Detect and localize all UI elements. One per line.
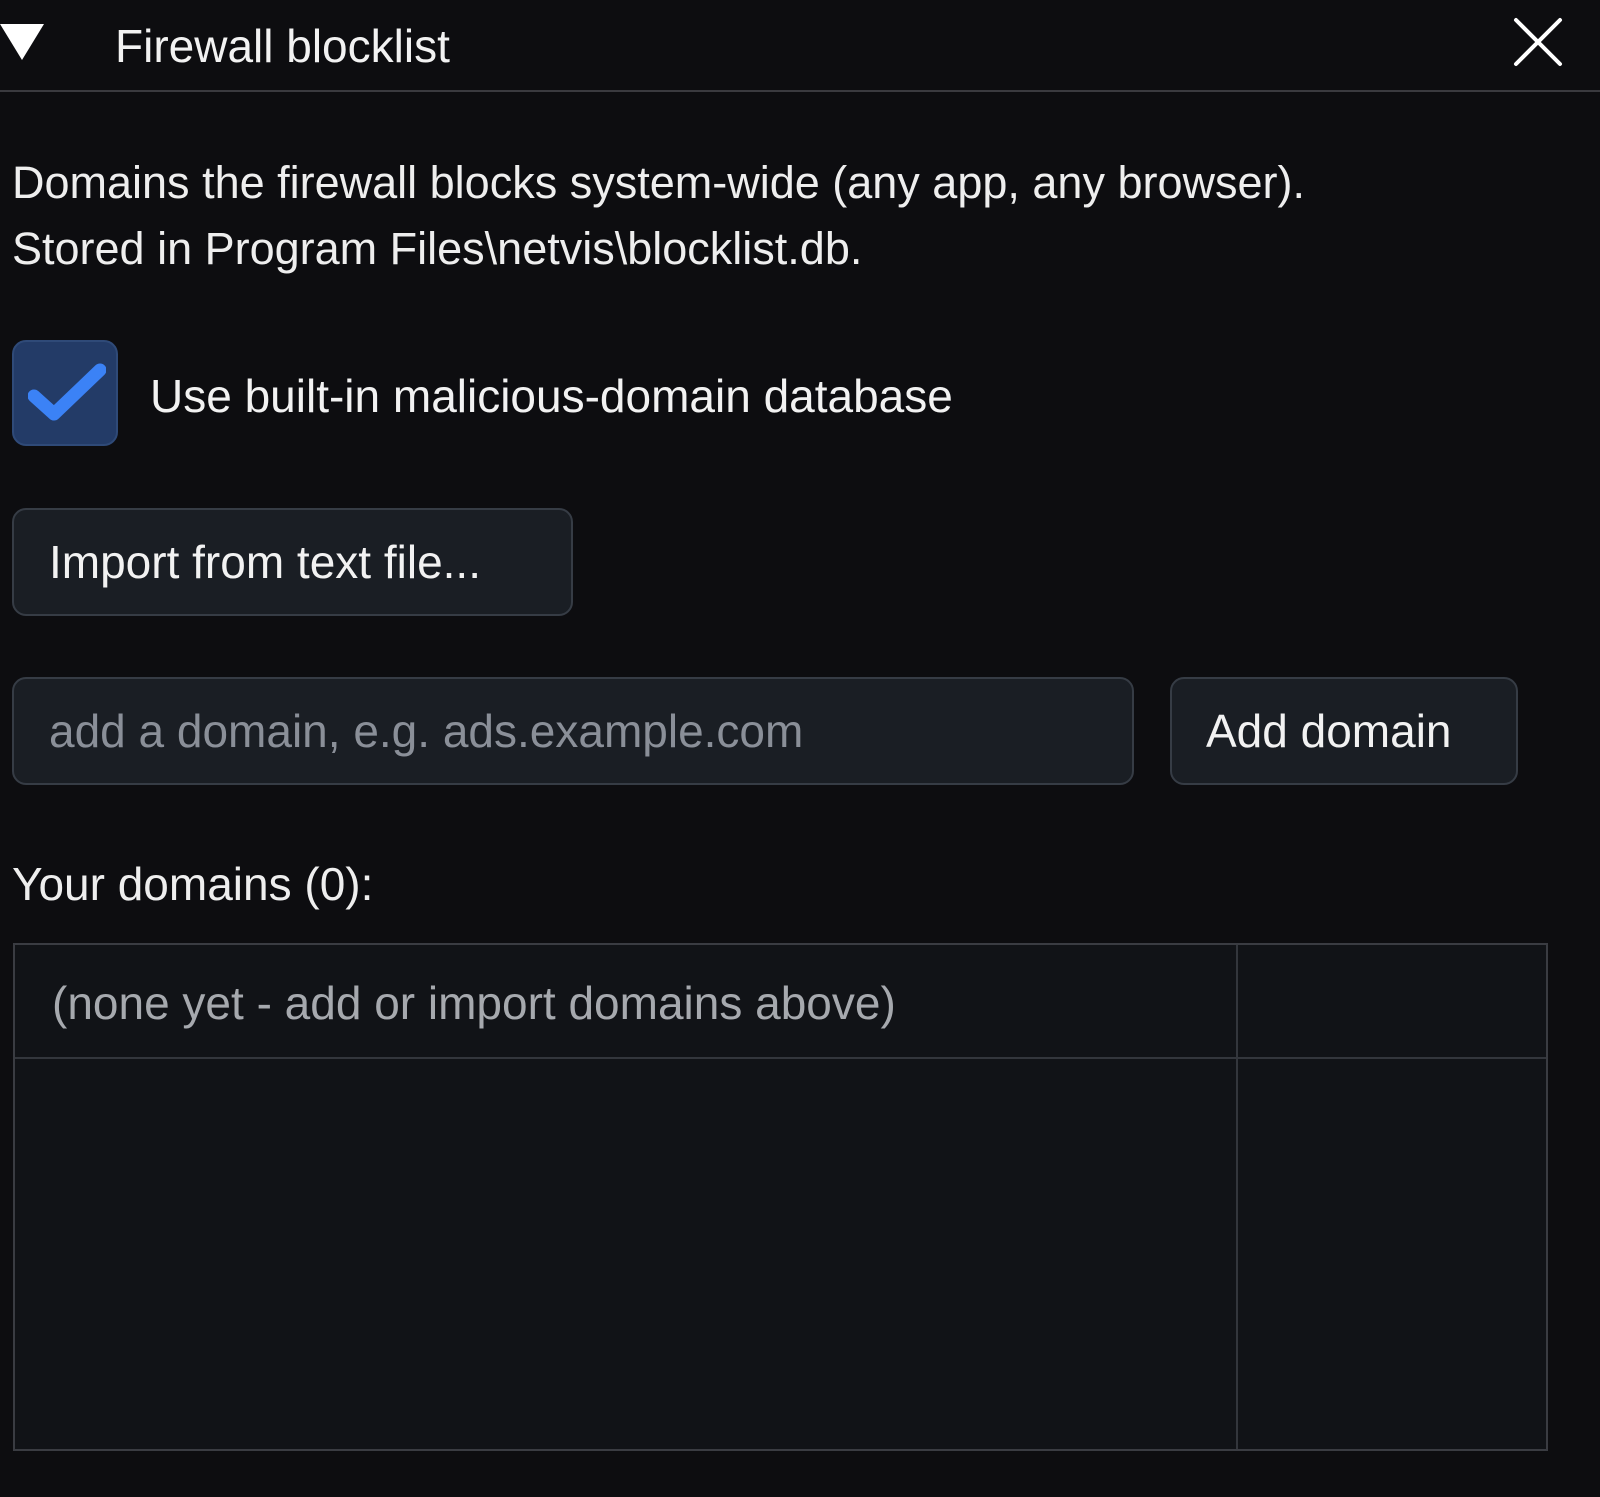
close-icon (1514, 18, 1562, 66)
close-button[interactable] (1510, 14, 1566, 70)
checkmark-icon (28, 363, 106, 421)
empty-list-placeholder: (none yet - add or import domains above) (52, 977, 896, 1029)
builtin-database-label[interactable]: Use built-in malicious-domain database (150, 368, 953, 424)
table-row: (none yet - add or import domains above) (15, 945, 1546, 1059)
builtin-database-checkbox[interactable] (12, 340, 118, 446)
domain-table[interactable]: (none yet - add or import domains above) (13, 943, 1548, 1451)
triangle-down-icon (0, 24, 44, 60)
domain-list-heading: Your domains (0): (12, 858, 374, 910)
description-line-1: Domains the firewall blocks system-wide … (12, 157, 1305, 208)
description-line-2: Stored in Program Files\netvis\blocklist… (12, 223, 863, 274)
panel-header: Firewall blocklist (0, 0, 1600, 92)
firewall-blocklist-panel: Firewall blocklist Domains the firewall … (0, 0, 1600, 1497)
description-text: Domains the firewall blocks system-wide … (12, 150, 1305, 282)
add-domain-button[interactable]: Add domain (1170, 677, 1518, 785)
panel-title: Firewall blocklist (115, 20, 450, 72)
import-from-file-button[interactable]: Import from text file... (12, 508, 573, 616)
collapse-toggle-button[interactable] (0, 14, 48, 66)
add-domain-input[interactable] (12, 677, 1134, 785)
